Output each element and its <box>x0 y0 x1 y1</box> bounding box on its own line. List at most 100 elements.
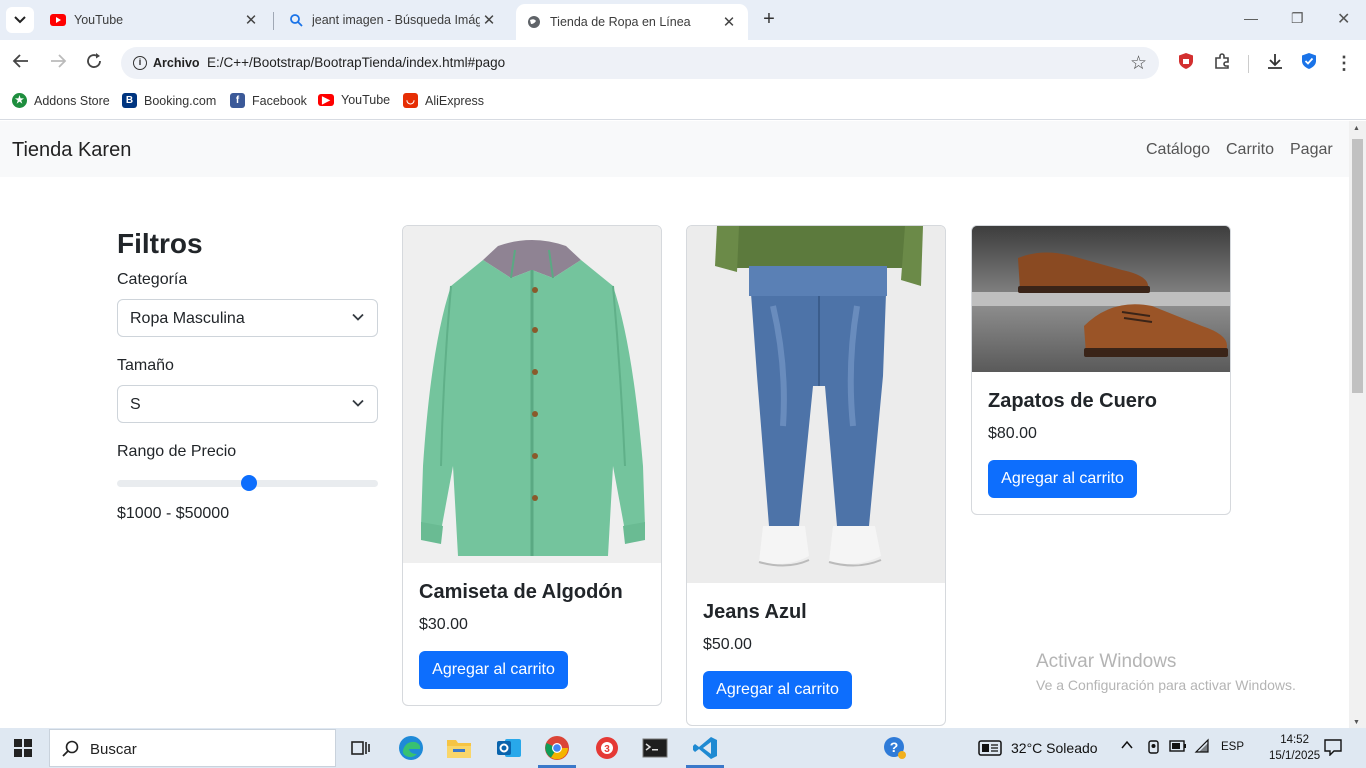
edge-browser-icon[interactable] <box>396 733 426 763</box>
bookmark-aliexpress[interactable]: ◡ AliExpress <box>403 93 484 108</box>
tab-search-button[interactable] <box>6 7 34 33</box>
price-range-slider-thumb[interactable] <box>240 475 257 491</box>
arrow-left-icon <box>12 54 28 68</box>
page-viewport: Tienda Karen Catálogo Carrito Pagar Filt… <box>0 121 1366 728</box>
chevron-down-icon <box>352 313 364 321</box>
notifications-icon[interactable] <box>1324 738 1342 759</box>
category-value: Ropa Masculina <box>130 310 245 327</box>
restore-button[interactable]: ❐ <box>1291 10 1304 27</box>
product-name: Camiseta de Algodón <box>419 581 623 603</box>
show-hidden-icons-chevron-icon[interactable] <box>1120 738 1134 755</box>
product-card: Jeans Azul $50.00 Agregar al carrito <box>686 225 946 726</box>
app-red-icon[interactable]: 3 <box>592 733 622 763</box>
aliexpress-icon: ◡ <box>403 93 418 108</box>
new-tab-button[interactable]: + <box>758 9 780 31</box>
info-icon: i <box>133 56 147 70</box>
language-indicator[interactable]: ESP <box>1221 741 1244 753</box>
outlook-icon[interactable] <box>494 733 524 763</box>
tab-tienda[interactable]: Tienda de Ropa en Línea ✕ <box>516 4 748 40</box>
taskbar-search-placeholder: Buscar <box>90 741 137 758</box>
back-button[interactable] <box>10 52 32 74</box>
file-explorer-icon[interactable] <box>444 733 474 763</box>
close-icon[interactable]: ✕ <box>242 11 260 29</box>
weather-news-icon[interactable] <box>978 740 1002 756</box>
task-view-icon[interactable] <box>346 733 376 763</box>
close-icon[interactable]: ✕ <box>480 11 498 29</box>
tab-youtube[interactable]: YouTube ✕ <box>40 4 270 36</box>
category-select[interactable]: Ropa Masculina <box>117 299 378 337</box>
add-to-cart-button[interactable]: Agregar al carrito <box>703 671 852 709</box>
browser-tab-bar: YouTube ✕ jeant imagen - Búsqueda Imágen… <box>0 0 1366 40</box>
tab-divider <box>273 12 274 30</box>
scroll-up-arrow-icon[interactable]: ▲ <box>1353 125 1360 132</box>
bookmarks-bar: ★ Addons Store B Booking.com f Facebook … <box>0 86 1366 120</box>
add-to-cart-button[interactable]: Agregar al carrito <box>419 651 568 689</box>
scroll-down-arrow-icon[interactable]: ▼ <box>1353 719 1360 726</box>
bookmark-facebook[interactable]: f Facebook <box>230 93 307 108</box>
extensions-puzzle-icon[interactable] <box>1211 52 1233 74</box>
battery-icon[interactable] <box>1169 740 1187 755</box>
bookmark-star-icon[interactable]: ☆ <box>1130 52 1147 75</box>
reload-button[interactable] <box>83 52 105 74</box>
site-info-chip[interactable]: i Archivo <box>127 51 208 75</box>
windows-taskbar: Buscar 3 ? 32°C Soleado ESP 14:52 15/1/2… <box>0 728 1366 768</box>
activation-watermark-title: Activar Windows <box>1036 651 1177 672</box>
close-icon[interactable]: ✕ <box>720 13 738 31</box>
shield-extension-icon[interactable] <box>1175 52 1197 74</box>
terminal-icon[interactable] <box>640 733 670 763</box>
site-info-label: Archivo <box>153 56 200 70</box>
browser-menu-icon[interactable]: ⋮ <box>1333 52 1355 74</box>
chevron-down-icon <box>352 399 364 407</box>
bookmark-label: Facebook <box>252 93 307 108</box>
price-range-text: $1000 - $50000 <box>117 505 230 522</box>
activation-watermark-text: Ve a Configuración para activar Windows. <box>1036 677 1296 693</box>
bookmark-addons-store[interactable]: ★ Addons Store <box>12 93 110 108</box>
chrome-icon[interactable] <box>542 733 572 763</box>
tab-title: Tienda de Ropa en Línea <box>550 15 691 29</box>
arrow-right-icon <box>51 54 67 68</box>
weather-text[interactable]: 32°C Soleado <box>1011 740 1098 756</box>
search-icon <box>62 740 79 757</box>
svg-text:?: ? <box>890 739 899 755</box>
nav-link-pagar[interactable]: Pagar <box>1290 141 1333 159</box>
meet-now-icon[interactable] <box>1146 739 1162 758</box>
product-image-shoes <box>972 226 1230 372</box>
help-icon[interactable]: ? <box>880 733 910 763</box>
taskbar-clock[interactable]: 14:52 15/1/2025 <box>1269 732 1320 764</box>
nav-link-catalogo[interactable]: Catálogo <box>1146 141 1210 159</box>
tab-image-search[interactable]: jeant imagen - Búsqueda Imágen ✕ <box>278 4 508 36</box>
clock-date: 15/1/2025 <box>1269 750 1321 762</box>
page-scrollbar[interactable]: ▲ ▼ <box>1349 121 1366 728</box>
windows-start-icon[interactable] <box>14 739 32 757</box>
category-label: Categoría <box>117 271 188 288</box>
security-shield-icon[interactable] <box>1298 52 1320 74</box>
bookmark-label: Booking.com <box>144 93 217 108</box>
size-select[interactable]: S <box>117 385 378 423</box>
scrollbar-thumb[interactable] <box>1352 139 1363 393</box>
minimize-button[interactable]: — <box>1244 10 1258 26</box>
navbar-brand[interactable]: Tienda Karen <box>12 139 131 162</box>
nav-link-carrito[interactable]: Carrito <box>1226 141 1274 159</box>
globe-icon <box>526 14 542 30</box>
taskbar-search-box[interactable]: Buscar <box>49 729 336 767</box>
address-bar[interactable]: i Archivo E:/C++/Bootstrap/BootrapTienda… <box>121 47 1159 79</box>
forward-button[interactable] <box>47 52 69 74</box>
vscode-icon[interactable] <box>690 733 720 763</box>
clock-time: 14:52 <box>1280 734 1309 746</box>
product-card: Zapatos de Cuero $80.00 Agregar al carri… <box>971 225 1231 515</box>
add-to-cart-button[interactable]: Agregar al carrito <box>988 460 1137 498</box>
wifi-icon[interactable] <box>1194 738 1212 757</box>
booking-icon: B <box>122 93 137 108</box>
product-price: $80.00 <box>988 425 1037 442</box>
close-window-button[interactable]: ✕ <box>1337 9 1350 29</box>
bookmark-youtube[interactable]: ▶ YouTube <box>318 93 390 107</box>
url-text[interactable]: E:/C++/Bootstrap/BootrapTienda/index.htm… <box>207 55 505 70</box>
product-price: $50.00 <box>703 636 752 653</box>
download-icon[interactable] <box>1264 52 1286 74</box>
toolbar-divider <box>1248 55 1249 73</box>
bookmark-booking[interactable]: B Booking.com <box>122 93 216 108</box>
addons-store-icon: ★ <box>12 93 27 108</box>
reload-icon <box>87 53 101 68</box>
product-image-jeans <box>687 226 945 583</box>
bookmark-label: YouTube <box>341 93 391 107</box>
